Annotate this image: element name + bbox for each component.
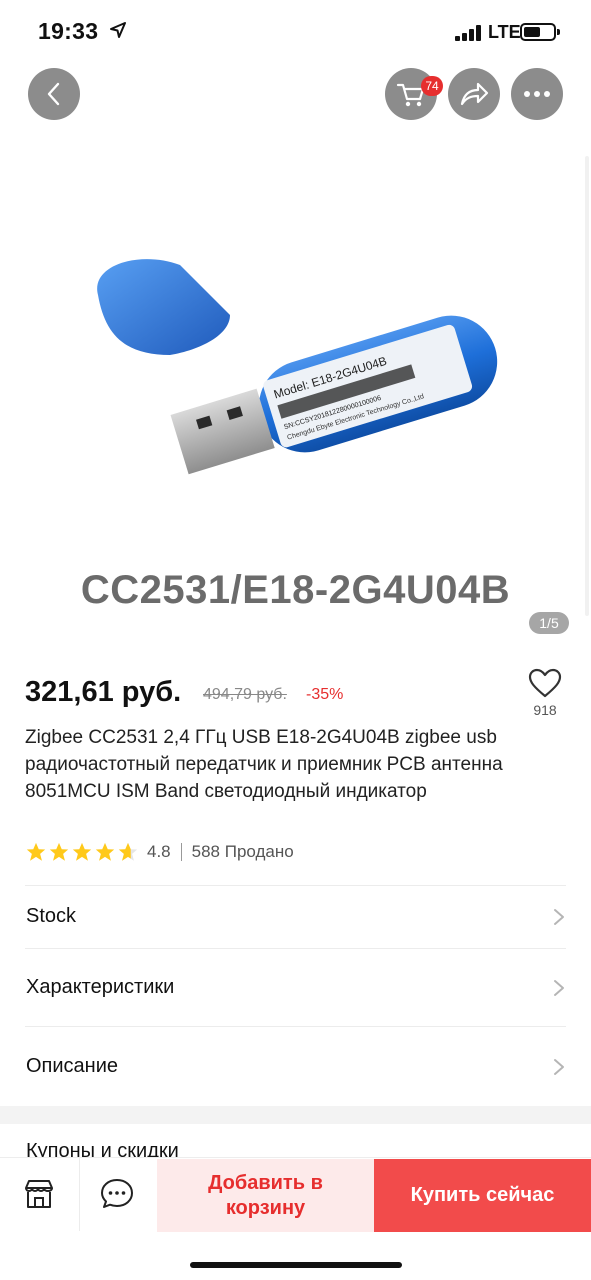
more-dots-icon: [524, 91, 550, 97]
share-icon: [460, 82, 489, 106]
share-button[interactable]: [448, 68, 500, 120]
gallery-page-counter: 1/5: [529, 612, 569, 634]
back-button[interactable]: [28, 68, 80, 120]
discount-badge: -35%: [306, 686, 344, 703]
divider: [25, 948, 566, 949]
star-icon: [26, 842, 46, 861]
rating-stars: [25, 841, 139, 863]
rating-value: 4.8: [147, 842, 171, 861]
chevron-right-icon: [554, 980, 564, 996]
chevron-right-icon: [554, 909, 564, 925]
chat-icon[interactable]: [99, 1176, 135, 1212]
network-type: LTE: [488, 22, 521, 42]
section-label: Stock: [26, 905, 77, 927]
star-icon: [49, 842, 69, 861]
section-gap: [0, 1106, 591, 1124]
section-row-stock[interactable]: Stock: [0, 887, 591, 947]
star-icon: [95, 842, 115, 861]
product-image: Model: E18-2G4U04B SN:CCSY20181228000010…: [97, 259, 498, 475]
heart-icon: [528, 668, 562, 698]
battery-icon: [520, 23, 560, 41]
more-options-button[interactable]: [511, 68, 563, 120]
section-row-description[interactable]: Описание: [0, 1037, 591, 1097]
old-price: 494,79 руб.: [203, 686, 287, 703]
signal-icon: [455, 25, 483, 41]
add-to-cart-label: Добавить в корзину: [208, 1171, 323, 1219]
section-row-specs[interactable]: Характеристики: [0, 958, 591, 1018]
image-caption: CC2531/E18-2G4U04B: [80, 568, 511, 612]
rating-row[interactable]: 4.8 588 Продано: [25, 840, 294, 864]
bottom-bar-divider: [79, 1158, 80, 1231]
gallery-scrollbar: [585, 156, 589, 616]
chevron-left-icon: [47, 82, 60, 106]
current-price: 321,61 руб.: [25, 676, 182, 708]
buy-now-label: Купить сейчас: [410, 1184, 555, 1206]
rating-separator: [180, 843, 182, 861]
divider: [25, 885, 566, 886]
product-title: Zigbee CC2531 2,4 ГГц USB E18-2G4U04B zi…: [25, 727, 503, 802]
cart-count-badge: 74: [421, 76, 443, 96]
buy-now-button[interactable]: Купить сейчас: [374, 1159, 591, 1232]
location-arrow-icon: [110, 22, 126, 38]
divider: [25, 1026, 566, 1027]
favorite-button[interactable]: [524, 668, 566, 703]
store-icon[interactable]: [21, 1176, 57, 1212]
favorite-count: 918: [533, 702, 557, 718]
section-label: Характеристики: [26, 976, 175, 998]
star-half-icon: [118, 842, 138, 861]
sold-count: 588 Продано: [191, 842, 294, 861]
chevron-right-icon: [554, 1059, 564, 1075]
status-time: 19:33: [38, 18, 99, 44]
home-indicator: [190, 1262, 402, 1268]
status-bar: 19:33 LTE: [0, 0, 591, 66]
add-to-cart-button[interactable]: Добавить в корзину: [157, 1159, 374, 1232]
section-label: Описание: [26, 1055, 119, 1077]
star-icon: [72, 842, 92, 861]
